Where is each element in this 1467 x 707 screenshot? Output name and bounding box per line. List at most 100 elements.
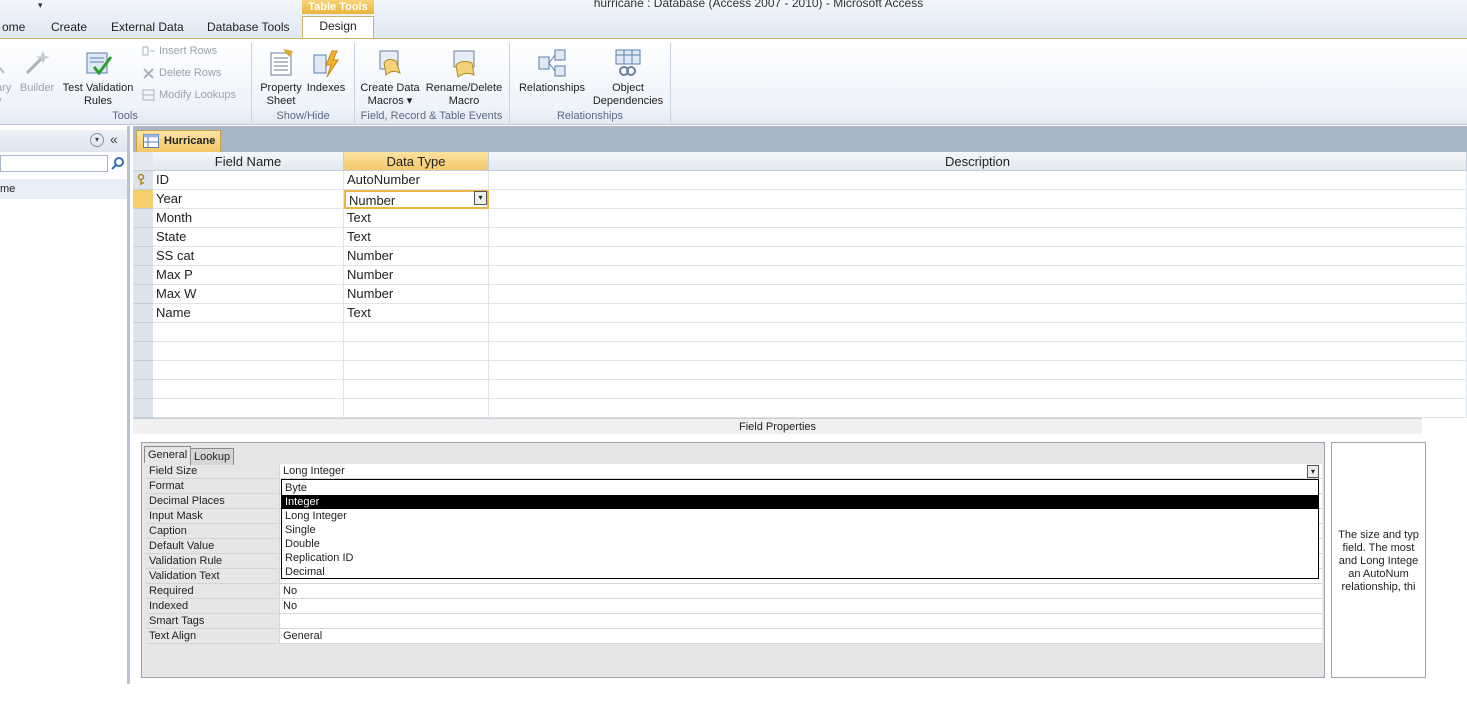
- modify-lookups-button[interactable]: Modify Lookups: [142, 89, 236, 101]
- row-selector[interactable]: [133, 285, 153, 304]
- field-name-cell[interactable]: [153, 380, 344, 399]
- data-type-cell[interactable]: Number: [344, 247, 489, 266]
- row-selector[interactable]: [133, 209, 153, 228]
- nav-menu-chevron-icon[interactable]: ▾: [90, 133, 104, 147]
- description-cell[interactable]: [489, 190, 1467, 209]
- dropdown-option[interactable]: Long Integer: [282, 509, 1318, 523]
- row-selector[interactable]: [133, 342, 153, 361]
- create-data-macros-button[interactable]: Create Data Macros ▾: [358, 47, 422, 108]
- data-type-cell[interactable]: Text: [344, 209, 489, 228]
- row-selector[interactable]: [133, 190, 153, 209]
- row-selector[interactable]: [133, 228, 153, 247]
- tab-database-tools[interactable]: Database Tools: [207, 18, 290, 38]
- test-validation-rules-button[interactable]: Test Validation Rules: [58, 47, 138, 108]
- data-type-cell[interactable]: [344, 323, 489, 342]
- field-name-cell[interactable]: ID: [153, 171, 344, 190]
- dropdown-option[interactable]: Replication ID: [282, 551, 1318, 565]
- property-value[interactable]: Long Integer: [279, 464, 1322, 479]
- row-selector[interactable]: [133, 304, 153, 323]
- field-size-dropdown-list[interactable]: Byte Integer Long Integer Single Double Repli…: [281, 479, 1319, 579]
- description-cell[interactable]: [489, 361, 1467, 380]
- description-cell[interactable]: [489, 380, 1467, 399]
- field-name-cell[interactable]: [153, 361, 344, 380]
- data-type-cell[interactable]: Text: [344, 228, 489, 247]
- description-cell[interactable]: [489, 209, 1467, 228]
- help-line: The size and typ: [1338, 529, 1419, 541]
- nav-item-hurricane[interactable]: me: [0, 179, 127, 199]
- property-label: Validation Rule: [146, 554, 278, 569]
- relationships-button[interactable]: Relationships: [515, 47, 589, 95]
- data-type-cell[interactable]: AutoNumber: [344, 171, 489, 190]
- search-icon[interactable]: [111, 156, 125, 170]
- dropdown-option[interactable]: Double: [282, 537, 1318, 551]
- property-value[interactable]: [279, 614, 1322, 629]
- property-value[interactable]: No: [279, 599, 1322, 614]
- data-type-cell[interactable]: Number: [344, 266, 489, 285]
- description-cell[interactable]: [489, 323, 1467, 342]
- tab-create[interactable]: Create: [51, 18, 87, 38]
- description-cell[interactable]: [489, 304, 1467, 323]
- data-type-dropdown[interactable]: ▾: [344, 190, 489, 209]
- description-cell[interactable]: [489, 266, 1467, 285]
- data-type-cell[interactable]: [344, 361, 489, 380]
- builder-button[interactable]: Builder: [18, 47, 56, 95]
- field-name-cell[interactable]: SS cat: [153, 247, 344, 266]
- property-sheet-label: Property: [260, 82, 302, 94]
- field-name-cell[interactable]: [153, 399, 344, 418]
- property-value[interactable]: No: [279, 584, 1322, 599]
- field-name-header: Field Name: [153, 152, 344, 171]
- field-name-cell[interactable]: [153, 323, 344, 342]
- field-name-cell[interactable]: State: [153, 228, 344, 247]
- data-type-cell[interactable]: Number: [344, 285, 489, 304]
- tab-general[interactable]: General: [144, 446, 192, 463]
- primary-key-button[interactable]: ary y: [0, 47, 16, 108]
- tab-home[interactable]: ome: [2, 18, 25, 38]
- description-cell[interactable]: [489, 228, 1467, 247]
- object-dependencies-button[interactable]: Object Dependencies: [590, 47, 666, 108]
- row-selector[interactable]: [133, 266, 153, 285]
- quick-access-dropdown-icon[interactable]: ▾: [38, 0, 43, 11]
- row-selector[interactable]: [133, 323, 153, 342]
- nav-search-input[interactable]: [0, 155, 108, 172]
- field-name-cell[interactable]: Month: [153, 209, 344, 228]
- row-selector[interactable]: [133, 171, 153, 190]
- data-type-cell[interactable]: [344, 342, 489, 361]
- property-value[interactable]: General: [279, 629, 1322, 644]
- tab-external-data[interactable]: External Data: [111, 18, 184, 38]
- field-name-cell[interactable]: Name: [153, 304, 344, 323]
- indexes-button[interactable]: Indexes: [305, 47, 347, 95]
- row-selector[interactable]: [133, 247, 153, 266]
- dropdown-option[interactable]: Byte: [282, 481, 1318, 495]
- description-cell[interactable]: [489, 171, 1467, 190]
- data-type-dropdown-icon[interactable]: ▾: [474, 191, 487, 205]
- rename-delete-macro-button[interactable]: Rename/Delete Macro: [423, 47, 505, 108]
- field-name-cell[interactable]: [153, 342, 344, 361]
- row-selector[interactable]: [133, 399, 153, 418]
- dropdown-option[interactable]: Integer: [282, 495, 1318, 509]
- data-type-cell[interactable]: [344, 380, 489, 399]
- field-size-dropdown-icon[interactable]: ▾: [1307, 465, 1319, 478]
- row-selector[interactable]: [133, 380, 153, 399]
- field-name-cell[interactable]: Year: [153, 190, 344, 209]
- field-size-dropdown-button[interactable]: ▾: [1307, 465, 1319, 478]
- description-cell[interactable]: [489, 399, 1467, 418]
- description-cell[interactable]: [489, 285, 1467, 304]
- row-selector[interactable]: [133, 361, 153, 380]
- tab-design[interactable]: Design: [302, 16, 374, 39]
- field-name-cell[interactable]: Max W: [153, 285, 344, 304]
- insert-rows-button[interactable]: Insert Rows: [142, 45, 217, 57]
- data-type-cell[interactable]: [344, 399, 489, 418]
- tab-lookup[interactable]: Lookup: [190, 448, 235, 465]
- dropdown-option[interactable]: Decimal: [282, 565, 1318, 579]
- dropdown-option[interactable]: Single: [282, 523, 1318, 537]
- field-name-cell[interactable]: Max P: [153, 266, 344, 285]
- description-cell[interactable]: [489, 342, 1467, 361]
- document-area: Hurricane Field Name Data Type Descripti…: [133, 126, 1467, 684]
- property-sheet-button[interactable]: Property Sheet: [257, 47, 305, 108]
- description-cell[interactable]: [489, 247, 1467, 266]
- data-type-cell[interactable]: Text: [344, 304, 489, 323]
- delete-rows-button[interactable]: Delete Rows: [142, 67, 221, 79]
- property-label: Caption: [146, 524, 278, 539]
- document-tab-hurricane[interactable]: Hurricane: [136, 130, 221, 152]
- collapse-pane-icon[interactable]: «: [110, 131, 118, 147]
